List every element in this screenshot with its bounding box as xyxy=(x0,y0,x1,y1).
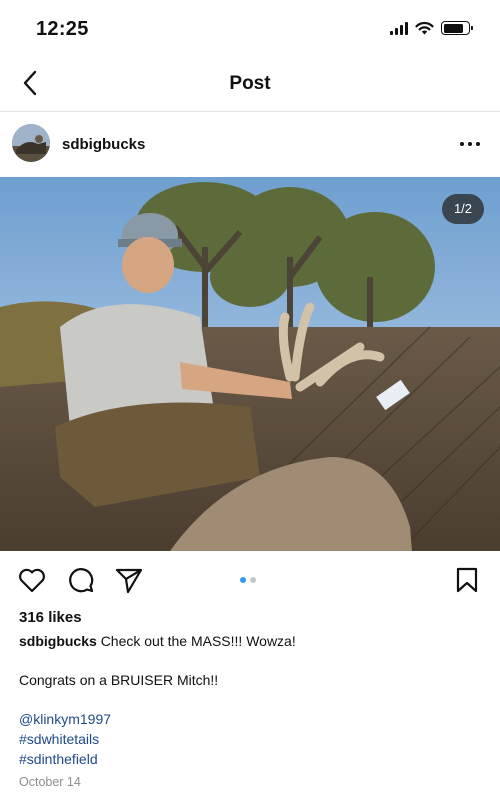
carousel-dots xyxy=(240,577,256,583)
cellular-signal-icon xyxy=(390,21,408,35)
avatar[interactable] xyxy=(12,124,50,162)
hashtag-link[interactable]: #sdwhitetails xyxy=(19,729,481,749)
hashtag-link[interactable]: #sdinthefield xyxy=(19,749,481,769)
page-title: Post xyxy=(229,73,271,94)
post-photo[interactable]: 1/2 xyxy=(0,177,500,551)
post-header: sdbigbucks xyxy=(0,112,500,177)
photo-counter: 1/2 xyxy=(442,194,484,224)
caption-username[interactable]: sdbigbucks xyxy=(19,633,97,649)
carousel-dot-active xyxy=(240,577,246,583)
mention-link[interactable]: @klinkym1997 xyxy=(19,709,481,729)
wifi-icon xyxy=(415,21,434,35)
post-actions xyxy=(0,551,500,607)
status-time: 12:25 xyxy=(36,18,89,40)
status-bar: 12:25 xyxy=(0,0,500,58)
battery-icon xyxy=(441,21,473,35)
caption: sdbigbucks Check out the MASS!!! Wowza! xyxy=(19,631,481,651)
more-horizontal-icon[interactable] xyxy=(458,132,482,156)
post-date: October 14 xyxy=(19,775,81,789)
heart-icon[interactable] xyxy=(17,565,47,595)
nav-header: Post xyxy=(0,58,500,112)
comment-line: Congrats on a BRUISER Mitch!! xyxy=(19,672,219,688)
likes-count[interactable]: 316 likes xyxy=(19,607,481,629)
comment-icon[interactable] xyxy=(66,565,96,595)
post-username[interactable]: sdbigbucks xyxy=(62,136,145,153)
bookmark-icon[interactable] xyxy=(452,565,482,595)
carousel-dot xyxy=(250,577,256,583)
caption-text: Check out the MASS!!! Wowza! xyxy=(100,633,296,649)
status-icons xyxy=(390,21,473,35)
share-icon[interactable] xyxy=(114,565,144,595)
caption-area: 316 likes sdbigbucks Check out the MASS!… xyxy=(19,607,481,792)
